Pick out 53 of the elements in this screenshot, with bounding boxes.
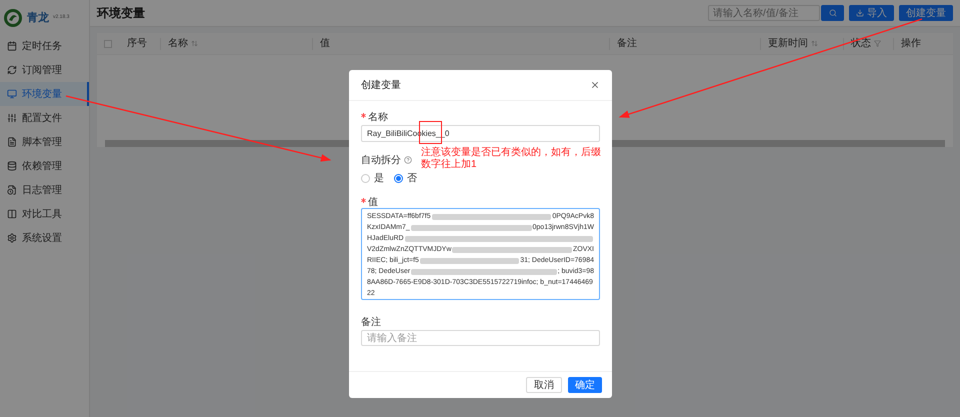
remark-input[interactable]: 请输入备注	[361, 330, 600, 346]
app-name: 青龙	[27, 10, 49, 26]
page-title: 环境变量	[97, 5, 145, 22]
log-file-icon	[7, 185, 17, 195]
sidebar-item[interactable]: 环境变量	[0, 82, 89, 106]
column-header: 序号	[126, 38, 148, 50]
gear-icon	[7, 233, 17, 243]
value-textarea[interactable]	[361, 208, 600, 300]
sidebar-item[interactable]: 配置文件	[0, 106, 89, 130]
calendar-icon	[7, 41, 17, 51]
sidebar-item[interactable]: 定时任务	[0, 34, 89, 58]
columns-icon	[7, 209, 17, 219]
select-all-checkbox[interactable]	[104, 40, 112, 48]
sidebar-item[interactable]: 对比工具	[0, 202, 89, 226]
search-icon	[828, 9, 836, 17]
search-field[interactable]: 请输入名称/值/备注	[708, 5, 820, 21]
sidebar-item[interactable]: 依赖管理	[0, 154, 89, 178]
sidebar-item[interactable]: 脚本管理	[0, 130, 89, 154]
confirm-button[interactable]: 确定	[568, 377, 602, 393]
close-icon[interactable]	[590, 80, 600, 90]
import-button[interactable]: 导入	[849, 5, 894, 21]
column-header[interactable]: 更新时间	[760, 38, 843, 50]
radio-button[interactable]	[394, 174, 403, 182]
field-label: 自动拆分	[361, 154, 401, 168]
field-label: 备注	[361, 316, 382, 329]
help-icon[interactable]	[404, 156, 412, 164]
sidebar-item[interactable]: 系统设置	[0, 226, 89, 250]
sidebar-item[interactable]: 订阅管理	[0, 58, 89, 82]
dragon-logo-icon	[3, 8, 23, 28]
sort-icon	[811, 40, 818, 47]
annotation-note: 注意该变量是否已有类似的，如有，后缀数字往上加1	[421, 147, 602, 171]
search-button[interactable]	[821, 5, 844, 21]
column-header: 值	[312, 38, 609, 50]
sort-icon	[191, 40, 198, 47]
database-icon	[7, 161, 17, 171]
download-icon	[856, 9, 864, 17]
sliders-icon	[7, 113, 17, 123]
column-header: 备注	[609, 38, 760, 50]
column-header: 操作	[893, 38, 953, 50]
create-button[interactable]: 创建变量	[899, 5, 953, 21]
monitor-icon	[7, 89, 17, 99]
radio-option[interactable]: 否	[394, 170, 417, 186]
sidebar-item[interactable]: 日志管理	[0, 178, 89, 202]
radio-option[interactable]: 是	[361, 170, 384, 186]
field-label: 名称	[361, 110, 600, 124]
field-label: 值	[361, 195, 600, 208]
filter-icon	[874, 40, 881, 47]
dialog-title: 创建变量	[361, 78, 401, 92]
sync-icon	[7, 65, 17, 75]
column-header[interactable]: 名称	[160, 38, 312, 50]
cancel-button[interactable]: 取消	[526, 377, 562, 393]
file-icon	[7, 137, 17, 147]
radio-button[interactable]	[361, 174, 370, 182]
